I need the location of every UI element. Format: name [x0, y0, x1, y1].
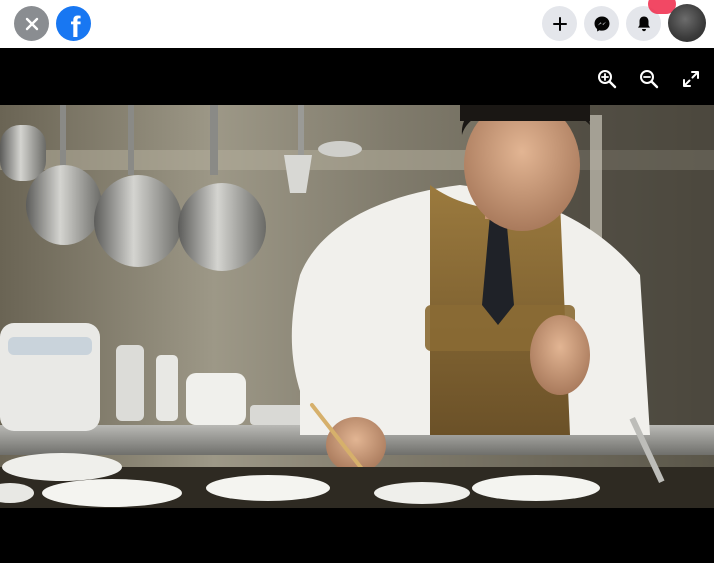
close-icon [25, 17, 38, 30]
plus-icon [552, 16, 567, 31]
chef-photo-illustration [0, 105, 714, 508]
zoom-out-button[interactable] [638, 68, 660, 90]
fullscreen-icon [683, 71, 699, 87]
photo[interactable] [0, 105, 714, 508]
facebook-logo-letter: f [70, 11, 81, 41]
close-button[interactable] [14, 6, 49, 41]
facebook-logo[interactable]: f [56, 6, 91, 41]
messenger-button[interactable] [584, 6, 619, 41]
avatar[interactable] [668, 4, 706, 42]
zoom-in-button[interactable] [596, 68, 618, 90]
zoom-in-icon [598, 70, 617, 89]
fullscreen-button[interactable] [680, 68, 702, 90]
bell-icon [637, 16, 650, 31]
messenger-icon [594, 16, 609, 31]
top-navigation-bar: f [0, 0, 714, 48]
zoom-out-icon [640, 70, 659, 89]
create-button[interactable] [542, 6, 577, 41]
